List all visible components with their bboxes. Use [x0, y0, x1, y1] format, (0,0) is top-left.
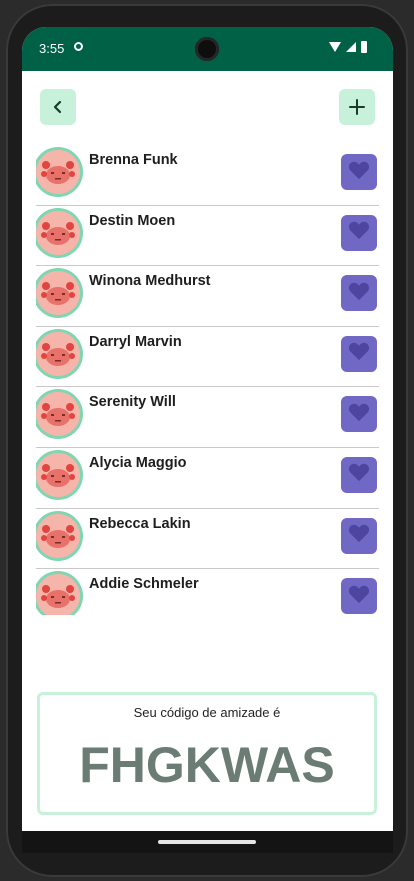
heart-icon	[348, 523, 370, 548]
avatar	[36, 150, 80, 194]
favorite-button[interactable]	[341, 456, 377, 493]
friend-list: Brenna Funk Destin Moen Winona Medhurst Dar…	[36, 145, 379, 615]
friend-row[interactable]: Brenna Funk	[36, 145, 379, 206]
navigation-bar	[22, 831, 393, 853]
avatar	[36, 331, 80, 376]
back-button[interactable]	[40, 89, 76, 125]
friend-code-card: Seu código de amizade é FHGKWAS	[37, 692, 377, 815]
friend-code-value: FHGKWAS	[79, 737, 335, 793]
heart-icon	[348, 402, 370, 427]
friend-row[interactable]: Darryl Marvin	[36, 327, 379, 388]
friend-name: Brenna Funk	[89, 152, 178, 168]
heart-icon	[348, 160, 370, 185]
status-bar: 3:55	[22, 27, 393, 71]
home-handle[interactable]	[158, 840, 256, 844]
friend-name: Addie Schmeler	[89, 576, 199, 593]
friend-row[interactable]: Winona Medhurst	[36, 266, 379, 327]
friend-name: Darryl Marvin	[89, 333, 182, 350]
favorite-button[interactable]	[341, 275, 377, 312]
wifi-icon	[329, 42, 341, 52]
heart-icon	[348, 462, 370, 487]
camera-cutout	[195, 37, 219, 61]
favorite-button[interactable]	[341, 396, 377, 433]
friend-row[interactable]: Destin Moen	[36, 206, 379, 267]
friend-row[interactable]: Serenity Will	[36, 387, 379, 448]
friend-row[interactable]: Alycia Maggio	[36, 448, 379, 509]
notification-icon	[74, 42, 83, 51]
status-time: 3:55	[39, 41, 65, 56]
friend-name: Winona Medhurst	[89, 273, 211, 290]
favorite-button[interactable]	[341, 154, 377, 190]
favorite-button[interactable]	[341, 214, 377, 251]
avatar	[36, 574, 80, 615]
avatar	[36, 392, 80, 437]
friend-name: Destin Moen	[89, 212, 176, 229]
friend-name: Alycia Maggio	[89, 454, 187, 471]
signal-icon	[346, 42, 356, 52]
heart-icon	[348, 584, 370, 609]
favorite-button[interactable]	[341, 517, 377, 554]
app-screen: 3:55 Brenna Funk Destin Moen Winona Medhur…	[22, 27, 393, 853]
friend-code-label: Seu código de amizade é	[133, 705, 281, 720]
favorite-button[interactable]	[341, 335, 377, 372]
chevron-left-icon	[53, 100, 62, 114]
heart-icon	[348, 281, 370, 306]
friend-row[interactable]: Rebecca Lakin	[36, 509, 379, 570]
add-friend-button[interactable]	[339, 89, 375, 125]
avatar	[36, 513, 80, 558]
friend-name: Rebecca Lakin	[89, 515, 191, 532]
favorite-button[interactable]	[341, 578, 377, 615]
plus-icon	[349, 99, 365, 115]
friend-row[interactable]: Addie Schmeler	[36, 569, 379, 615]
friend-name: Serenity Will	[89, 394, 176, 411]
heart-icon	[348, 341, 370, 366]
avatar	[36, 452, 80, 497]
heart-icon	[348, 220, 370, 245]
avatar	[36, 271, 80, 316]
avatar	[36, 210, 80, 255]
battery-icon	[361, 41, 367, 53]
system-icons	[329, 41, 367, 53]
